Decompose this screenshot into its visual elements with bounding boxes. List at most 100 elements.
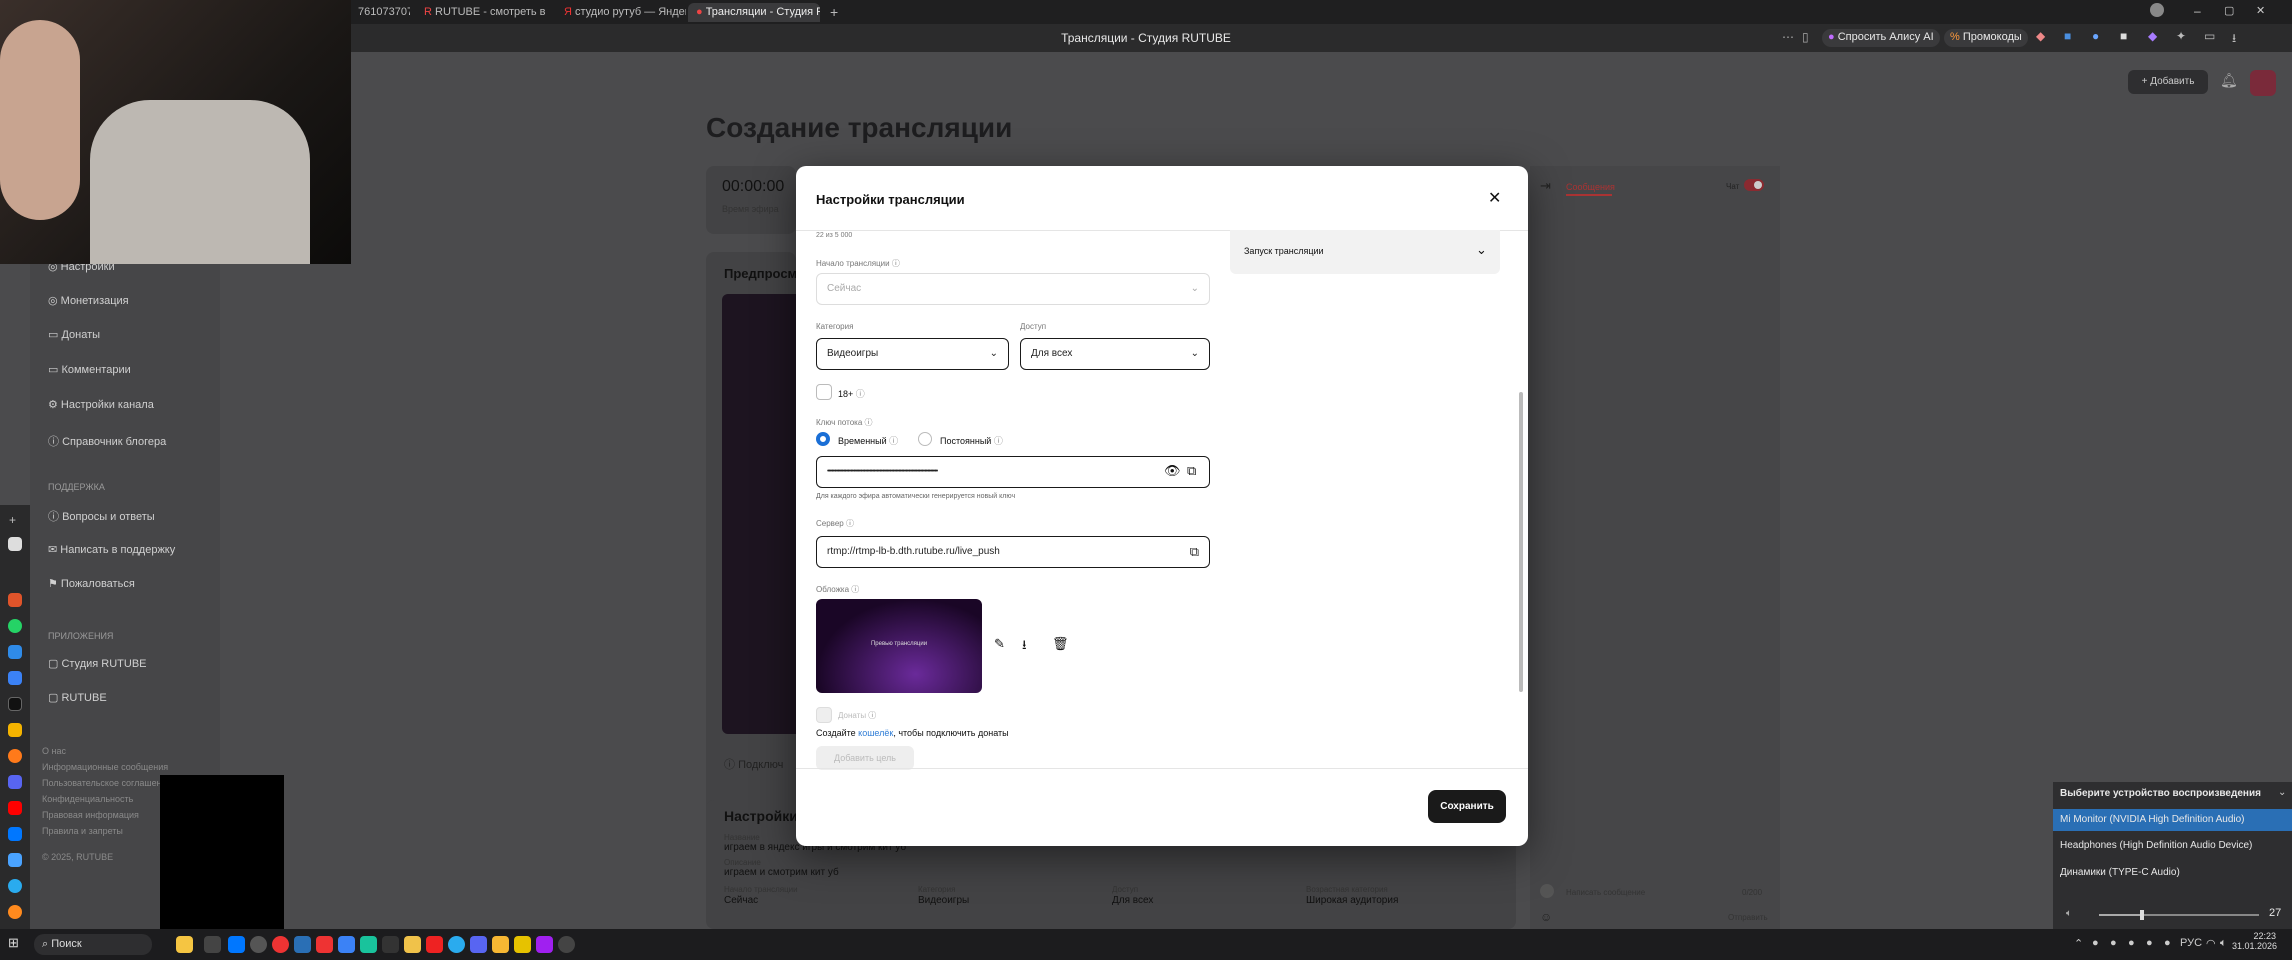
- browser-tab[interactable]: Я студио рутуб — Яндекс: н: [556, 3, 686, 22]
- app-icon[interactable]: [294, 936, 311, 953]
- app-icon[interactable]: [8, 537, 22, 551]
- app-icon[interactable]: [338, 936, 355, 953]
- audio-device-item[interactable]: Mi Monitor (NVIDIA High Definition Audio…: [2053, 809, 2292, 831]
- discord-icon[interactable]: [470, 936, 487, 953]
- trash-icon[interactable]: 🗑︎: [1052, 636, 1069, 652]
- add-content-button[interactable]: + Добавить: [2128, 70, 2208, 94]
- browser-tab-active[interactable]: ● Трансляции - Студия R: [688, 3, 820, 22]
- help-icon[interactable]: ⓘ: [856, 389, 865, 399]
- volume-tray-icon[interactable]: 🔈︎: [2220, 937, 2227, 950]
- sidebar-item-rutube-app[interactable]: ▢ RUTUBE: [48, 691, 107, 704]
- help-icon[interactable]: ⓘ: [892, 259, 900, 268]
- donations-checkbox[interactable]: [816, 707, 832, 723]
- sidebar-item-channel-settings[interactable]: ⚙︎ Настройки канала: [48, 398, 154, 411]
- app-icon[interactable]: [8, 749, 22, 763]
- help-icon[interactable]: ⓘ: [994, 436, 1003, 446]
- extension-icon[interactable]: ●: [2092, 29, 2099, 43]
- extension-icon[interactable]: ■: [2120, 29, 2127, 43]
- speaker-icon[interactable]: 🔈︎: [2066, 908, 2072, 919]
- app-tray-icon[interactable]: ●: [2164, 937, 2171, 949]
- chat-input[interactable]: Написать сообщение: [1566, 888, 1645, 897]
- promo-button[interactable]: % Промокоды: [1944, 29, 2028, 47]
- start-icon[interactable]: ⊞: [8, 935, 19, 951]
- chevron-up-icon[interactable]: ⌃: [2074, 937, 2083, 950]
- vk-icon[interactable]: [8, 827, 22, 841]
- sidebar-item-blogger-guide[interactable]: ⓘ Справочник блогера: [48, 433, 166, 449]
- plus-icon[interactable]: +: [9, 513, 16, 527]
- bookmark-icon[interactable]: ▯: [1802, 30, 1809, 44]
- audio-device-item[interactable]: Динамики (TYPE-C Audio): [2053, 862, 2292, 884]
- start-select[interactable]: Сейчас ⌄: [816, 273, 1210, 305]
- maximize-button[interactable]: ▢: [2224, 4, 2234, 17]
- app-icon[interactable]: [492, 936, 509, 953]
- footer-link[interactable]: Пользовательское соглашение: [42, 778, 172, 788]
- alice-button[interactable]: ● Спросить Алису AI: [1822, 29, 1940, 47]
- collapse-panel-icon[interactable]: ⇥: [1540, 178, 1551, 194]
- scrollbar[interactable]: [1519, 392, 1523, 692]
- browser-tab[interactable]: 761073707508: [350, 3, 410, 22]
- app-icon[interactable]: [8, 645, 22, 659]
- close-icon[interactable]: ✕: [1488, 188, 1501, 208]
- app-icon[interactable]: [514, 936, 531, 953]
- key-temporary-radio[interactable]: [816, 432, 830, 446]
- chat-send-button[interactable]: Отправить: [1728, 913, 1768, 922]
- taskbar-search[interactable]: ⌕ Поиск: [34, 934, 152, 955]
- app-icon[interactable]: [8, 723, 22, 737]
- sidebar-item-comments[interactable]: ▭ Комментарии: [48, 363, 131, 376]
- avatar[interactable]: [2250, 70, 2276, 96]
- chat-toggle[interactable]: [1744, 179, 1764, 191]
- whatsapp-icon[interactable]: [8, 619, 22, 633]
- sidebar-item-studio-app[interactable]: ▢ Студия RUTUBE: [48, 657, 147, 670]
- more-icon[interactable]: ⋯: [1782, 30, 1794, 44]
- clock[interactable]: 22:23 31.01.2026: [2232, 931, 2277, 951]
- download-icon[interactable]: ⭳: [1022, 636, 1027, 658]
- eye-icon[interactable]: 👁︎: [1164, 463, 1181, 479]
- wifi-icon[interactable]: ◠: [2206, 937, 2216, 950]
- stream-key-field[interactable]: ••••••••••••••••••••••••••••••••••••••••…: [816, 456, 1210, 488]
- app-icon[interactable]: [8, 671, 22, 685]
- chevron-up-icon[interactable]: ⌄: [2278, 787, 2286, 798]
- copy-icon[interactable]: ⧉: [1190, 537, 1199, 566]
- app-icon[interactable]: [8, 593, 22, 607]
- footer-link[interactable]: Конфиденциальность: [42, 794, 133, 804]
- help-icon[interactable]: ⓘ: [865, 418, 873, 427]
- sidebar-item-monetization[interactable]: ◎ Монетизация: [48, 294, 129, 307]
- sidebar-item-write-support[interactable]: ✉︎ Написать в поддержку: [48, 543, 175, 556]
- telegram-icon[interactable]: [448, 936, 465, 953]
- app-tray-icon[interactable]: ●: [2146, 937, 2153, 949]
- keyboard-lang[interactable]: РУС: [2180, 937, 2202, 949]
- folder-icon[interactable]: [404, 936, 421, 953]
- save-button[interactable]: Сохранить: [1428, 790, 1506, 823]
- youtube-icon[interactable]: [8, 801, 22, 815]
- server-field[interactable]: rtmp://rtmp-lb-b.dth.rutube.ru/live_push…: [816, 536, 1210, 568]
- bell-icon[interactable]: 🔔︎: [2220, 72, 2238, 89]
- age-checkbox[interactable]: [816, 384, 832, 400]
- footer-link[interactable]: Информационные сообщения: [42, 762, 168, 772]
- collections-icon[interactable]: ▭: [2204, 29, 2215, 43]
- youtube-icon[interactable]: [426, 936, 443, 953]
- extensions-puzzle-icon[interactable]: ✦: [2176, 29, 2186, 43]
- app-icon[interactable]: [8, 905, 22, 919]
- telegram-icon[interactable]: [8, 879, 22, 893]
- help-icon[interactable]: ⓘ: [889, 436, 898, 446]
- yandex-browser-icon[interactable]: [272, 936, 289, 953]
- app-tray-icon[interactable]: ●: [2110, 937, 2117, 949]
- app-icon[interactable]: [250, 936, 267, 953]
- close-window-button[interactable]: ✕: [2256, 4, 2265, 17]
- access-select[interactable]: Для всех ⌄: [1020, 338, 1210, 370]
- wallet-link[interactable]: кошелёк: [858, 728, 893, 738]
- help-icon[interactable]: ⓘ: [846, 519, 854, 528]
- minimize-button[interactable]: –: [2194, 4, 2201, 18]
- app-tray-icon[interactable]: ●: [2128, 937, 2135, 949]
- footer-link[interactable]: Правила и запреты: [42, 826, 123, 836]
- footer-link[interactable]: О нас: [42, 746, 66, 756]
- emoji-icon[interactable]: ☺︎: [1540, 910, 1552, 924]
- volume-knob[interactable]: [2140, 910, 2145, 920]
- app-tray-icon[interactable]: ●: [2092, 937, 2099, 949]
- app-icon[interactable]: [8, 853, 22, 867]
- app-icon[interactable]: [360, 936, 377, 953]
- add-goal-button[interactable]: Добавить цель: [816, 746, 914, 770]
- key-permanent-radio[interactable]: [918, 432, 932, 446]
- app-icon[interactable]: [536, 936, 553, 953]
- sidebar-item-report[interactable]: ⚑ Пожаловаться: [48, 577, 135, 590]
